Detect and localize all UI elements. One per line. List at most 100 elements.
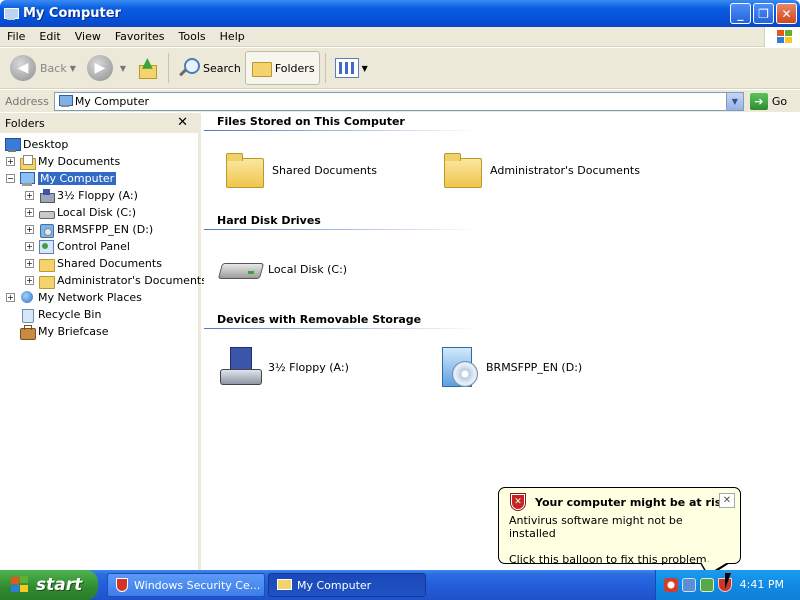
up-button[interactable] <box>133 51 163 85</box>
hard-disk-icon <box>218 247 262 291</box>
expand-icon[interactable]: + <box>25 242 34 251</box>
tree-item-label: My Computer <box>36 171 118 186</box>
balloon-title-row: ✕ Your computer might be at risk <box>510 493 730 511</box>
folder-icon <box>38 273 55 289</box>
expand-icon[interactable]: + <box>25 191 34 200</box>
back-dropdown-icon[interactable]: ▼ <box>70 64 76 73</box>
back-button[interactable]: ◀ Back ▼ <box>6 51 83 85</box>
item-floppy-drive[interactable]: 3½ Floppy (A:) <box>218 345 349 389</box>
folders-button[interactable]: Folders <box>244 51 320 85</box>
tree-item-label: My Documents <box>38 155 121 168</box>
collapse-icon[interactable]: − <box>6 174 15 183</box>
start-label: start <box>36 575 83 595</box>
group-divider <box>204 229 479 230</box>
tree-item-my-network-places[interactable]: + My Network Places <box>6 289 142 306</box>
windows-flag-icon <box>10 576 30 594</box>
tree-item-desktop[interactable]: Desktop <box>4 136 68 153</box>
item-label: BRMSFPP_EN (D:) <box>486 360 583 374</box>
tree-item-shared-documents[interactable]: + Shared Documents <box>25 255 162 272</box>
menu-file[interactable]: File <box>0 30 32 43</box>
tree-item-floppy[interactable]: + 3½ Floppy (A:) <box>25 187 138 204</box>
my-computer-icon <box>19 171 35 187</box>
tree-item-label: My Briefcase <box>38 325 109 338</box>
security-shield-icon: ✕ <box>510 493 526 511</box>
back-arrow-icon: ◀ <box>10 55 36 81</box>
tree-item-control-panel[interactable]: + Control Panel <box>25 238 130 255</box>
group-divider <box>204 130 479 131</box>
folders-icon <box>250 59 272 77</box>
go-label: Go <box>771 94 788 108</box>
my-computer-icon <box>3 7 19 21</box>
start-button[interactable]: start <box>0 570 98 600</box>
title-bar[interactable]: My Computer _ ❐ ✕ <box>0 0 800 27</box>
menu-tools[interactable]: Tools <box>172 30 213 43</box>
tree-item-my-computer[interactable]: − My Computer <box>6 170 118 187</box>
tree-item-label: Desktop <box>23 138 69 151</box>
task-windows-security-center[interactable]: Windows Security Ce... <box>107 573 265 597</box>
expand-icon[interactable]: + <box>25 208 34 217</box>
tree-item-local-disk[interactable]: + Local Disk (C:) <box>25 204 136 221</box>
item-cd-drive[interactable]: BRMSFPP_EN (D:) <box>436 345 582 389</box>
folders-pane-header: Folders ✕ <box>0 113 198 133</box>
task-my-computer[interactable]: My Computer <box>268 573 426 597</box>
cd-drive-icon <box>38 222 54 238</box>
search-button[interactable]: Search <box>174 51 245 85</box>
item-administrators-documents[interactable]: Administrator's Documents <box>440 148 640 192</box>
control-panel-icon <box>38 239 54 255</box>
item-shared-documents[interactable]: Shared Documents <box>222 148 377 192</box>
address-dropdown-icon[interactable]: ▼ <box>725 92 743 110</box>
tree-item-my-briefcase[interactable]: My Briefcase <box>19 323 109 340</box>
minimize-button[interactable]: _ <box>730 3 751 24</box>
tree-item-cd-drive[interactable]: + BRMSFPP_EN (D:) <box>25 221 153 238</box>
safely-remove-icon[interactable] <box>700 578 714 592</box>
taskbar: start Windows Security Ce... My Computer… <box>0 570 800 600</box>
security-alert-icon[interactable] <box>664 578 678 592</box>
tree-item-label: BRMSFPP_EN (D:) <box>57 223 154 236</box>
expand-icon[interactable]: + <box>25 276 34 285</box>
expand-icon[interactable]: + <box>6 293 15 302</box>
tree-item-recycle-bin[interactable]: Recycle Bin <box>19 306 101 323</box>
address-input[interactable]: My Computer ▼ <box>53 91 744 111</box>
go-arrow-icon: ➔ <box>749 92 768 110</box>
tree-item-label: Shared Documents <box>57 257 162 270</box>
search-label: Search <box>203 61 241 75</box>
task-label: Windows Security Ce... <box>134 578 261 592</box>
address-bar: Address My Computer ▼ ➔ Go <box>0 90 800 112</box>
expand-icon[interactable]: + <box>25 259 34 268</box>
forward-dropdown-icon[interactable]: ▼ <box>120 64 126 73</box>
hard-disk-icon <box>38 205 55 221</box>
expand-icon[interactable]: + <box>6 157 15 166</box>
network-icon[interactable] <box>682 578 696 592</box>
views-button[interactable]: ▼ <box>331 51 375 85</box>
folder-icon <box>277 579 292 591</box>
folder-icon <box>38 256 55 272</box>
menu-favorites[interactable]: Favorites <box>108 30 172 43</box>
folder-up-icon <box>137 55 159 79</box>
menu-edit[interactable]: Edit <box>32 30 67 43</box>
views-icon <box>334 58 359 78</box>
balloon-message: Antivirus software might not be installe… <box>509 514 683 540</box>
recycle-bin-icon <box>19 307 35 323</box>
item-local-disk[interactable]: Local Disk (C:) <box>218 247 347 291</box>
menu-view[interactable]: View <box>68 30 108 43</box>
views-dropdown-icon: ▼ <box>361 63 368 73</box>
tree-item-administrators-documents[interactable]: + Administrator's Documents <box>25 272 207 289</box>
security-balloon[interactable]: ✕ Your computer might be at risk ✕ Antiv… <box>498 487 741 566</box>
balloon-close-icon[interactable]: ✕ <box>719 493 735 508</box>
item-label: Shared Documents <box>272 163 377 177</box>
go-button[interactable]: ➔ Go <box>749 92 788 110</box>
forward-button[interactable]: ▶ ▼ <box>83 51 133 85</box>
expand-icon[interactable]: + <box>25 225 34 234</box>
pane-close-icon[interactable]: ✕ <box>177 115 188 130</box>
maximize-button[interactable]: ❐ <box>753 3 774 24</box>
group-header: Files Stored on This Computer <box>217 115 405 128</box>
menu-help[interactable]: Help <box>213 30 252 43</box>
tree-item-label: Local Disk (C:) <box>57 206 137 219</box>
briefcase-icon <box>19 324 36 340</box>
close-button[interactable]: ✕ <box>776 3 797 24</box>
tree-item-label: My Network Places <box>38 291 142 304</box>
tree-item-my-documents[interactable]: + My Documents <box>6 153 120 170</box>
search-icon <box>178 57 201 79</box>
my-computer-icon <box>58 94 73 108</box>
clock[interactable]: 4:41 PM <box>740 578 784 591</box>
